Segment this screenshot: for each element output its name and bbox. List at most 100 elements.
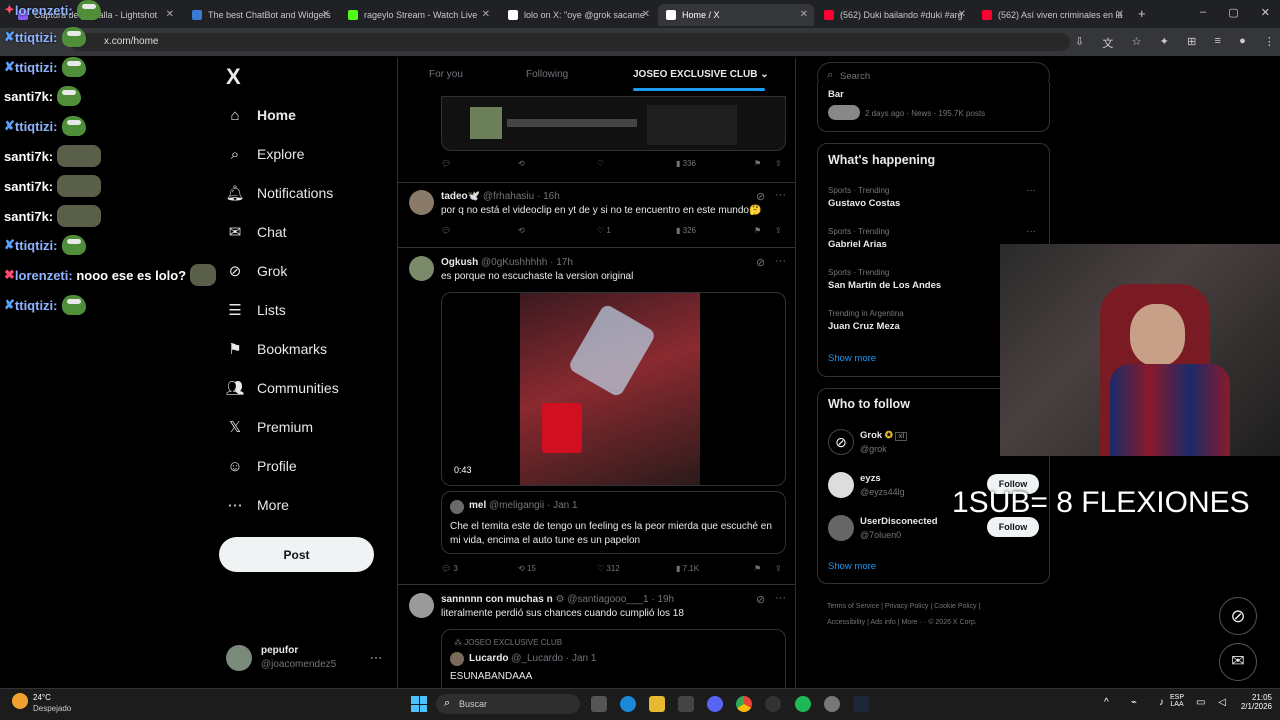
mic-icon[interactable]: ♪ <box>1159 697 1164 708</box>
browser-tab[interactable]: (562) Así viven criminales en la ✕ <box>974 4 1130 26</box>
close-icon[interactable]: ✕ <box>642 9 650 20</box>
monitor-icon[interactable]: ▭ <box>1196 697 1205 708</box>
grok-icon[interactable]: ⊘ <box>756 256 765 269</box>
browser-tab[interactable]: (562) Duki bailando #duki #arg ✕ <box>816 4 972 26</box>
tray-icons[interactable]: ^ ⌁ ♪ <box>1104 697 1164 708</box>
share-icon[interactable]: ⇪ <box>775 226 782 235</box>
nav-premium[interactable]: 𝕏 Premium <box>226 418 313 436</box>
avatar[interactable] <box>409 190 434 215</box>
bookmark-icon[interactable]: ⚑ <box>754 564 761 573</box>
repost-icon[interactable]: ⟲ 15 <box>518 564 536 573</box>
tab-following[interactable]: Following <box>526 69 568 80</box>
post-time[interactable]: 16h <box>543 191 560 202</box>
trend-item[interactable]: Sports · Trending Gustavo Costas <box>828 186 900 209</box>
more-options-icon[interactable]: ··· <box>1026 226 1036 237</box>
avatar[interactable] <box>828 472 854 498</box>
nav-communities[interactable]: 👥︎ Communities <box>225 379 338 397</box>
close-icon[interactable]: ✕ <box>958 9 966 20</box>
system-icons[interactable]: ▭ ◁ <box>1196 697 1226 708</box>
account-avatar[interactable] <box>226 645 252 671</box>
like-icon[interactable]: ♡ 312 <box>597 564 620 573</box>
close-icon[interactable]: ✕ <box>1116 9 1124 20</box>
close-icon[interactable]: ✕ <box>322 9 330 20</box>
trend-item[interactable]: Trending in Argentina Juan Cruz Meza <box>828 309 904 332</box>
browser-tab[interactable]: rageylo Stream - Watch Live ✕ <box>340 4 496 26</box>
weather-temp[interactable]: 24°C <box>33 693 51 702</box>
views-icon[interactable]: ▮ 326 <box>676 226 696 235</box>
repost-icon[interactable]: ⟲ <box>518 159 525 168</box>
nav-chat[interactable]: ✉ Chat <box>226 223 287 241</box>
browser-tab[interactable]: The best ChatBot and Widgets ✕ <box>184 4 336 26</box>
store-icon[interactable] <box>678 696 694 712</box>
new-tab-button[interactable]: + <box>1138 6 1146 21</box>
messages-float-icon[interactable]: ✉ <box>1219 643 1257 681</box>
views-icon[interactable]: ▮ 7.1K <box>676 564 699 573</box>
discord-icon[interactable] <box>707 696 723 712</box>
install-icon[interactable]: ⇩ <box>1075 35 1084 51</box>
reply-icon[interactable]: 💬︎ <box>441 226 451 235</box>
author-name[interactable]: Ogkush <box>441 257 478 268</box>
profile-avatar-icon[interactable]: ● <box>1239 35 1246 51</box>
grok-icon[interactable]: ⊘ <box>756 190 765 203</box>
show-more-link[interactable]: Show more <box>828 561 876 572</box>
settings-icon[interactable] <box>824 696 840 712</box>
follow-user-name[interactable]: Grok ✪ xI <box>860 430 908 441</box>
author-name[interactable]: sannnnn con muchas n <box>441 594 553 605</box>
views-icon[interactable]: ▮ 336 <box>676 159 696 168</box>
browser-tab[interactable]: lolo on X: "oye @grok sacame ✕ <box>500 4 656 26</box>
footer-link[interactable]: Privacy Policy <box>885 603 929 610</box>
grok-avatar-icon[interactable]: ⊘ <box>828 429 854 455</box>
trend-title[interactable]: Bar <box>828 89 844 100</box>
quoted-post[interactable]: mel @meligangii · Jan 1 Che el temita es… <box>441 491 786 554</box>
steam-icon[interactable] <box>853 696 869 712</box>
bookmark-icon[interactable]: ⚑ <box>754 159 761 168</box>
tab-joseo-club[interactable]: JOSEO EXCLUSIVE CLUB ⌄ <box>633 69 769 80</box>
like-icon[interactable]: ♡ 1 <box>597 226 611 235</box>
repost-icon[interactable]: ⟲ <box>518 226 525 235</box>
extension-icon[interactable]: ✦ <box>1160 35 1169 51</box>
share-icon[interactable]: ⇪ <box>775 564 782 573</box>
post-button[interactable]: Post <box>219 537 374 572</box>
close-window-icon[interactable]: ✕ <box>1261 6 1270 19</box>
more-options-icon[interactable]: ··· <box>775 189 786 201</box>
avatar[interactable] <box>409 256 434 281</box>
account-more-icon[interactable]: ··· <box>370 650 382 664</box>
window-controls[interactable]: – ▢ ✕ <box>1200 6 1270 19</box>
footer-link[interactable]: Accessibility <box>827 619 865 626</box>
post-image[interactable] <box>441 96 786 151</box>
toolbar-icons[interactable]: ⇩ 文 ☆ ✦ ⊞ ≡ ● ⋮ <box>1075 35 1275 51</box>
follow-button[interactable]: Follow <box>987 517 1039 537</box>
footer-link[interactable]: More ··· <box>901 619 926 626</box>
windows-start-icon[interactable] <box>411 696 427 712</box>
language-indicator[interactable]: ESP LAA <box>1170 694 1184 708</box>
tab-for-you[interactable]: For you <box>429 69 463 80</box>
translate-icon[interactable]: 文 <box>1102 35 1113 51</box>
address-bar[interactable]: x.com/home <box>70 33 1070 51</box>
volume-icon[interactable]: ◁ <box>1218 697 1226 708</box>
grok-icon[interactable]: ⊘ <box>756 593 765 606</box>
file-explorer-icon[interactable] <box>649 696 665 712</box>
footer-link[interactable]: Ads info <box>870 619 895 626</box>
app-icon[interactable] <box>765 696 781 712</box>
show-more-link[interactable]: Show more <box>828 353 876 364</box>
trend-item[interactable]: Sports · Trending Gabriel Arias <box>828 227 889 250</box>
weather-icon[interactable] <box>12 693 28 709</box>
taskbar-search[interactable]: ⌕ Buscar <box>436 694 580 714</box>
close-icon[interactable]: ✕ <box>482 9 490 20</box>
chrome-icon[interactable] <box>736 696 752 712</box>
x-logo-icon[interactable]: X <box>226 64 241 90</box>
reply-icon[interactable]: 💬︎ <box>441 159 451 168</box>
author-name[interactable]: tadeo🕊️ <box>441 191 480 202</box>
clock[interactable]: 21:05 2/1/2026 <box>1226 693 1272 711</box>
nav-explore[interactable]: ⌕ Explore <box>226 145 305 163</box>
footer-link[interactable]: Cookie Policy <box>934 603 976 610</box>
follow-user-name[interactable]: UserDisconected <box>860 516 938 527</box>
nav-home[interactable]: ⌂ Home <box>226 106 295 124</box>
more-options-icon[interactable]: ··· <box>1026 185 1036 196</box>
grok-float-icon[interactable]: ⊘ <box>1219 597 1257 635</box>
taskbar-search-input[interactable]: Buscar <box>459 699 487 709</box>
nav-lists[interactable]: ☰ Lists <box>226 301 286 319</box>
puzzle-icon[interactable]: ⊞ <box>1187 35 1196 51</box>
chevron-up-icon[interactable]: ^ <box>1104 697 1109 708</box>
close-icon[interactable]: ✕ <box>800 9 808 20</box>
